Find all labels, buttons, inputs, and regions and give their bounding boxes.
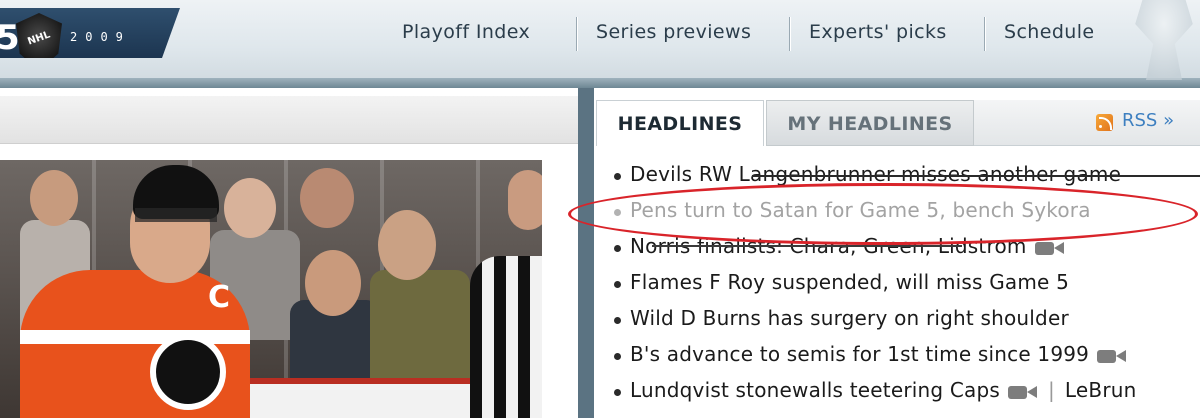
bullet-icon [614,317,621,324]
headline-link[interactable]: Devils RW Langenbrunner misses another g… [630,162,1121,186]
crowd-face [30,170,78,226]
logo-year: 2009 [70,30,131,44]
headline-item[interactable]: Flames F Roy suspended, will miss Game 5 [612,269,1200,299]
video-camera-icon[interactable] [1007,384,1038,400]
bullet-icon [614,245,621,252]
headline-text: B's advance to semis for 1st time since … [630,342,1090,366]
jersey-stripe [20,330,250,344]
crowd-face [300,168,354,228]
referee-jersey [470,256,542,418]
headline-item[interactable]: B's advance to semis for 1st time since … [612,341,1200,371]
headline-link[interactable]: Lundqvist stonewalls teetering Caps | LeBr… [630,378,1137,402]
top-nav-divider [0,78,1200,88]
captain-letter-icon: C [208,280,231,315]
bullet-icon [614,209,621,216]
bullet-icon [614,281,621,288]
feature-header-bar [0,96,578,144]
nav-series-previews[interactable]: Series previews [596,21,751,47]
rink-boards [250,378,480,418]
playoffs-logo-banner[interactable]: 5 NHL 2009 [0,8,180,58]
strikethrough-mark [752,175,1200,177]
crowd-face [305,250,361,316]
headline-item[interactable]: Lundqvist stonewalls teetering Caps | LeBr… [612,377,1200,407]
nav-experts-picks[interactable]: Experts' picks [809,21,947,47]
nav-separator [576,17,577,51]
crowd-face [224,178,276,238]
video-camera-icon[interactable] [1097,348,1127,364]
rss-icon[interactable] [1096,114,1113,131]
headline-link[interactable]: Pens turn to Satan for Game 5, bench Syk… [630,198,1091,222]
tab-my-headlines[interactable]: MY HEADLINES [766,100,974,146]
headline-item[interactable]: Wild D Burns has surgery on right should… [612,305,1200,335]
headline-divider: | [1047,378,1055,402]
nav-separator [984,17,985,51]
nav-schedule[interactable]: Schedule [1004,21,1095,47]
headline-item[interactable]: Devils RW Langenbrunner misses another g… [612,161,1200,191]
headline-item-highlighted[interactable]: Pens turn to Satan for Game 5, bench Syk… [612,197,1200,227]
headline-text: Lundqvist stonewalls teetering Caps [630,378,1000,402]
video-camera-icon[interactable] [1034,240,1065,256]
tab-headlines[interactable]: HEADLINES [596,100,764,146]
headline-link[interactable]: B's advance to semis for 1st time since … [630,342,1127,366]
crowd-face [378,210,436,280]
headline-trailing-link[interactable]: LeBrun [1065,378,1137,402]
player-visor [135,208,217,222]
nav-separator [789,17,790,51]
nhl-shield-text: NHL [26,29,52,48]
headline-item[interactable]: Norris finalists: Chara, Green, Lidstrom [612,233,1200,263]
bullet-icon [614,173,621,180]
headline-link[interactable]: Flames F Roy suspended, will miss Game 5 [630,270,1069,294]
strikethrough-mark [652,245,962,247]
nav-playoff-index[interactable]: Playoff Index [402,21,530,47]
photo-gutter [542,160,578,418]
team-logo-icon [150,334,226,410]
bullet-icon [614,389,621,396]
bullet-icon [614,353,621,360]
headline-link[interactable]: Wild D Burns has surgery on right should… [630,306,1069,330]
rss-link[interactable]: RSS » [1122,110,1174,131]
